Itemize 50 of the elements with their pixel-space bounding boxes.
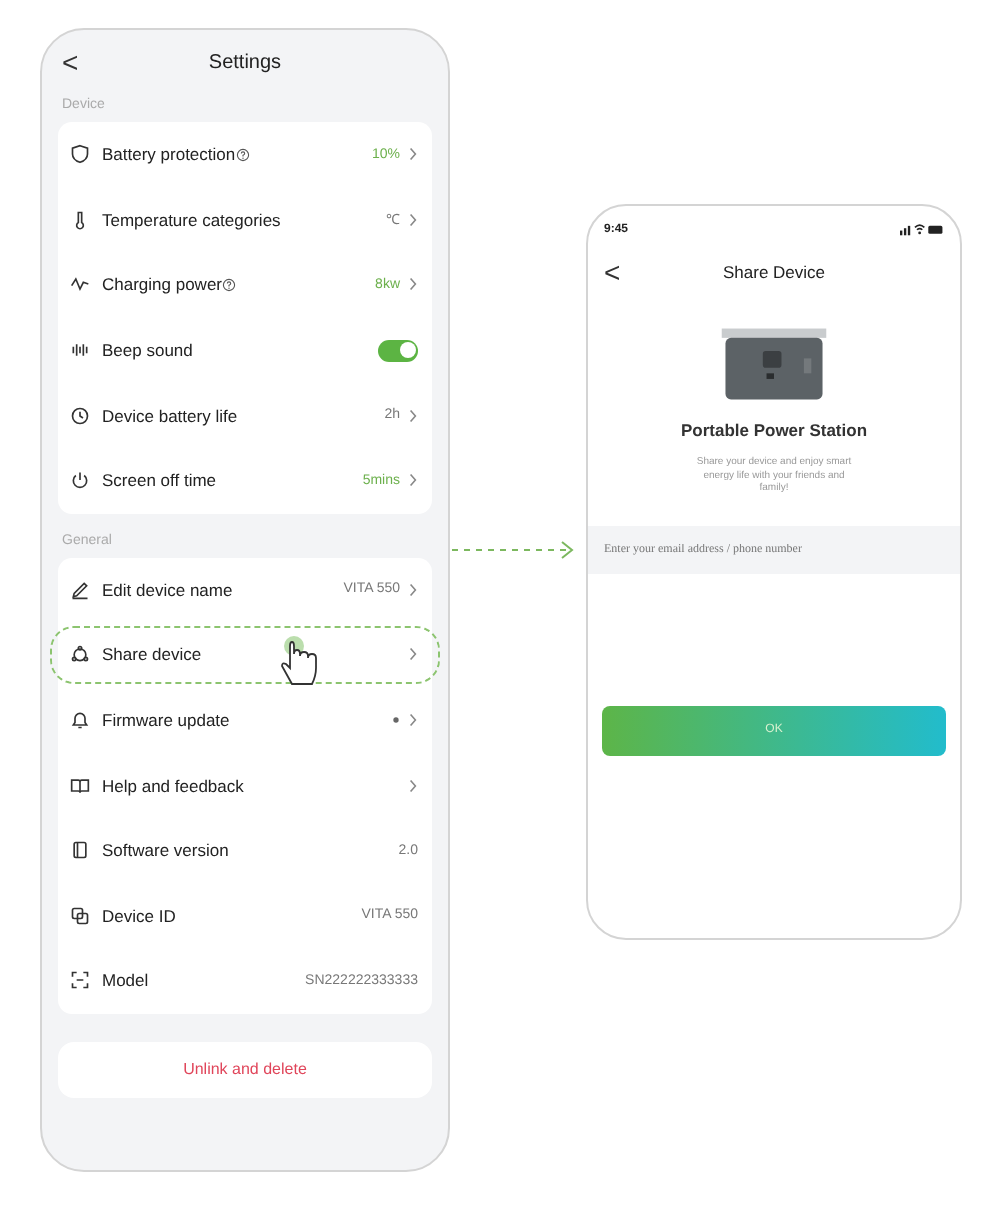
settings-row[interactable]: Beep sound xyxy=(58,317,432,383)
screen-title: Share Device xyxy=(722,262,826,282)
setting-label: Model xyxy=(102,970,149,991)
back-button[interactable]: < xyxy=(62,46,79,78)
setting-label: Help and feedback xyxy=(102,775,244,796)
chevron-icon xyxy=(408,276,418,293)
dashed-arrow xyxy=(450,538,578,562)
back-button[interactable]: < xyxy=(604,256,621,288)
share-icon xyxy=(70,644,90,665)
clock-icon xyxy=(70,405,90,426)
help-icon[interactable] xyxy=(235,147,250,162)
toggle-switch[interactable] xyxy=(378,339,418,362)
chevron-icon xyxy=(408,646,418,663)
setting-label: Battery protection xyxy=(102,144,236,165)
book-icon xyxy=(70,775,90,796)
product-name: Portable Power Station xyxy=(680,420,868,440)
power-icon xyxy=(70,470,90,491)
setting-label: Beep sound xyxy=(102,340,193,361)
help-icon[interactable] xyxy=(222,277,237,292)
pen-icon xyxy=(70,579,90,600)
sound-icon xyxy=(70,340,90,361)
setting-label: Software version xyxy=(102,840,229,861)
setting-label: Firmware update xyxy=(102,710,230,731)
setting-label: Share device xyxy=(102,644,202,665)
bell-icon xyxy=(70,710,90,731)
chevron-icon xyxy=(408,146,418,163)
chevron-icon xyxy=(408,581,418,598)
update-dot-icon xyxy=(392,716,400,725)
pulse-icon xyxy=(70,274,90,295)
power-station-drawing xyxy=(718,324,830,404)
setting-label: Temperature categories xyxy=(102,209,281,230)
settings-row[interactable]: Share device xyxy=(46,622,444,688)
chevron-icon xyxy=(408,777,418,794)
scan-icon xyxy=(70,970,90,991)
shield-icon xyxy=(70,144,90,165)
setting-label: Edit device name xyxy=(102,579,233,600)
unlink-delete-button[interactable]: Unlink and delete xyxy=(58,1041,432,1098)
chip-icon xyxy=(70,840,90,861)
settings-row[interactable]: Help and feedback xyxy=(58,752,432,818)
setting-label: Charging power xyxy=(102,274,223,295)
chevron-icon xyxy=(408,712,418,729)
settings-row[interactable]: Firmware update xyxy=(58,687,432,753)
setting-label: Device ID xyxy=(102,905,176,926)
chevron-icon xyxy=(408,407,418,424)
screen-title: Settings xyxy=(208,51,282,73)
setting-label: Device battery life xyxy=(102,405,238,426)
chevron-icon xyxy=(408,472,418,489)
setting-label: Screen off time xyxy=(102,470,217,491)
chevron-icon xyxy=(408,211,418,228)
thermo-icon xyxy=(70,209,90,230)
